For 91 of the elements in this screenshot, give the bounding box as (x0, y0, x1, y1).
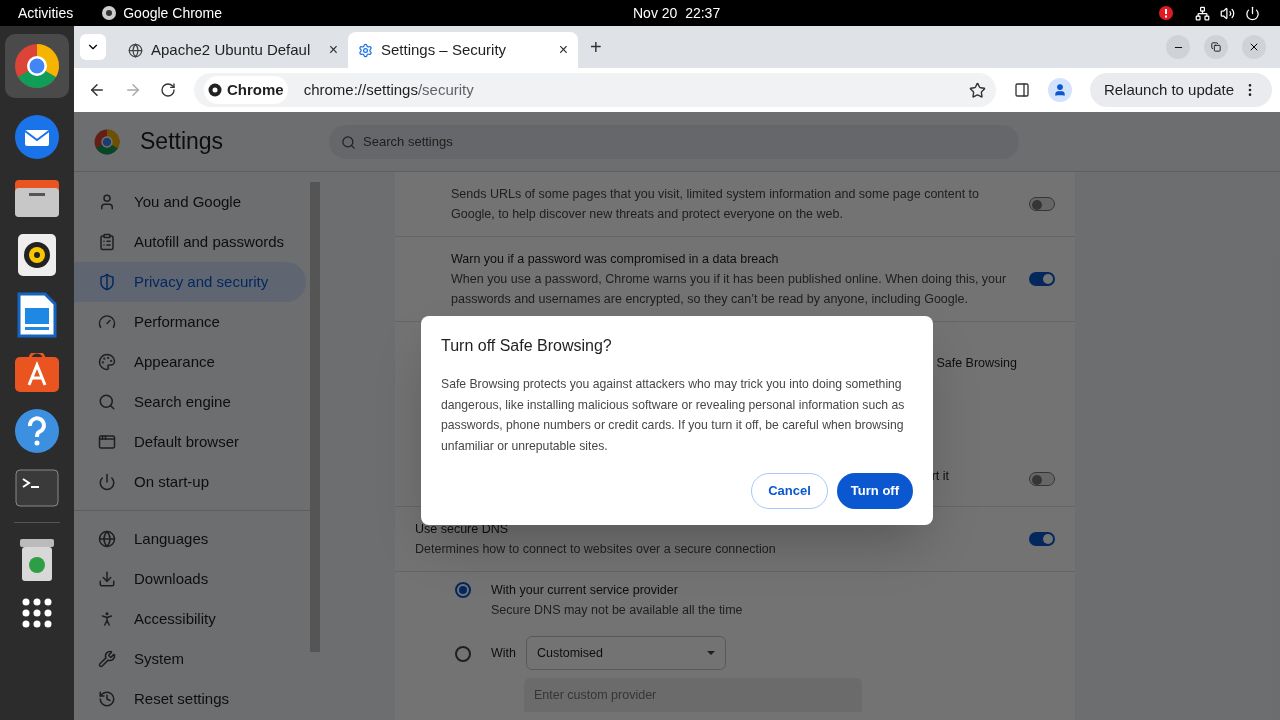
app-name[interactable]: Google Chrome (123, 2, 223, 24)
search-icon (98, 393, 116, 411)
sidebar-item[interactable]: Default browser (74, 422, 306, 462)
sidebar-item[interactable]: Accessibility (74, 599, 306, 639)
option-title: With your current service provider (491, 582, 679, 599)
search-icon (341, 134, 357, 150)
side-panel-icon[interactable] (1013, 82, 1030, 98)
sidebar-item[interactable]: Performance (74, 302, 306, 342)
sidebar-item[interactable]: Reset settings (74, 679, 306, 719)
url-text: chrome://settings/security (303, 79, 474, 100)
setting-description: Sends URLs of some pages that you visit, limited system information and some page content to Google, to help discover new threats and protect everyone on the web. (451, 186, 981, 223)
power-icon[interactable] (1245, 5, 1260, 21)
close-icon (1248, 41, 1260, 53)
sidebar-item[interactable]: On start-up (74, 462, 306, 502)
toggle-switch[interactable] (1029, 532, 1055, 546)
setting-text: rt it (931, 468, 949, 486)
dialog-title: Turn off Safe Browsing? (441, 336, 613, 356)
volume-icon[interactable] (1220, 5, 1235, 21)
clock[interactable]: Nov 20 22:37 (633, 2, 721, 24)
provider-dropdown[interactable]: Customised (526, 636, 726, 670)
gauge-icon (98, 313, 116, 331)
toggle-switch[interactable] (1029, 272, 1055, 286)
globe-icon (98, 530, 116, 548)
sidebar-item[interactable]: Languages (74, 519, 306, 559)
sidebar-item[interactable]: You and Google (74, 182, 306, 222)
radio-button[interactable] (455, 582, 471, 598)
person-icon (98, 193, 116, 211)
sidebar-item[interactable]: Privacy and security (74, 262, 306, 302)
chrome-icon (208, 83, 222, 97)
relaunch-button[interactable]: Relaunch to update (1089, 73, 1272, 107)
download-icon (98, 570, 116, 588)
reload-icon[interactable] (160, 82, 176, 98)
trash-app-icon[interactable] (17, 538, 57, 582)
sidebar-item[interactable]: Autofill and passwords (74, 222, 306, 262)
setting-description: Determines how to connect to websites over a secure connection (415, 541, 777, 558)
browser-tab[interactable]: Apache2 Ubuntu Defaul × (118, 32, 348, 68)
power-icon (98, 473, 116, 491)
chrome-chip[interactable]: Chrome (204, 76, 288, 104)
toggle-switch[interactable] (1029, 197, 1055, 211)
address-bar[interactable]: Chrome chrome://settings/security (194, 73, 996, 107)
settings-title: Settings (140, 127, 224, 157)
app-icon (101, 5, 118, 21)
palette-icon (98, 353, 116, 371)
new-tab-button[interactable]: + (590, 32, 602, 62)
profile-avatar[interactable] (1047, 78, 1072, 102)
radio-button[interactable] (455, 646, 471, 662)
activities-button[interactable]: Activities (18, 2, 74, 24)
chip-label: Chrome (227, 79, 284, 100)
alert-icon[interactable] (1159, 6, 1173, 20)
toggle-switch[interactable] (1029, 472, 1055, 486)
chrome-logo-icon (94, 128, 120, 155)
settings-icon (358, 42, 373, 58)
setting-description: When you use a password, Chrome warns you if it has been published online. When doing this, your passwords and usernames are encrypted, so they can’t be read by anyone, including Google. (451, 271, 1008, 308)
sidebar-item[interactable]: Appearance (74, 342, 306, 382)
window-icon (98, 433, 116, 451)
terminal-app-icon[interactable] (15, 469, 59, 507)
bookmark-star-icon[interactable] (968, 81, 986, 99)
tab-close-button[interactable]: × (558, 38, 568, 62)
sidebar-item[interactable]: Downloads (74, 559, 306, 599)
tab-search-button[interactable] (80, 34, 106, 60)
clipboard-icon (98, 233, 116, 251)
shield-icon (98, 273, 116, 291)
cancel-button[interactable]: Cancel (751, 473, 828, 509)
wrench-icon (98, 650, 116, 668)
app-grid-icon[interactable] (21, 597, 53, 629)
tab-title: Settings – Security (381, 39, 508, 60)
option-description: Secure DNS may not be available all the time (491, 602, 743, 619)
globe-icon (128, 42, 143, 58)
bag-app-icon[interactable] (14, 353, 60, 393)
network-icon[interactable] (1195, 5, 1210, 21)
document-app-icon[interactable] (17, 292, 57, 338)
tab-title: Apache2 Ubuntu Defaul (151, 39, 312, 60)
maximize-button[interactable] (1204, 35, 1228, 59)
history-icon (98, 690, 116, 708)
dialog-body: Safe Browsing protects you against attackers who may trick you into doing something dangerous, like installing malicious software or revealing personal information such as passwords, phone numbers or credit cards. If you turn it off, be careful when browsing unfamiliar or unreputable sites. (441, 376, 906, 455)
turn-off-button[interactable]: Turn off (836, 473, 913, 509)
browser-tab[interactable]: Settings – Security × (348, 32, 578, 68)
setting-text: Safe Browsing (936, 355, 1017, 372)
help-app-icon[interactable] (14, 408, 60, 454)
browser-app-icon[interactable] (5, 34, 69, 98)
search-field[interactable]: Search settings (329, 124, 1020, 159)
tab-close-button[interactable]: × (328, 38, 338, 62)
sidebar-item[interactable]: Search engine (74, 382, 306, 422)
option-title: With (491, 644, 516, 662)
restore-icon (1211, 42, 1221, 52)
close-button[interactable] (1242, 35, 1266, 59)
sidebar-item[interactable]: System (74, 639, 306, 679)
mail-app-icon[interactable] (13, 113, 61, 161)
speaker-app-icon[interactable] (17, 233, 57, 277)
back-icon[interactable] (88, 81, 106, 99)
setting-title: Warn you if a password was compromised in a data breach (451, 251, 780, 268)
